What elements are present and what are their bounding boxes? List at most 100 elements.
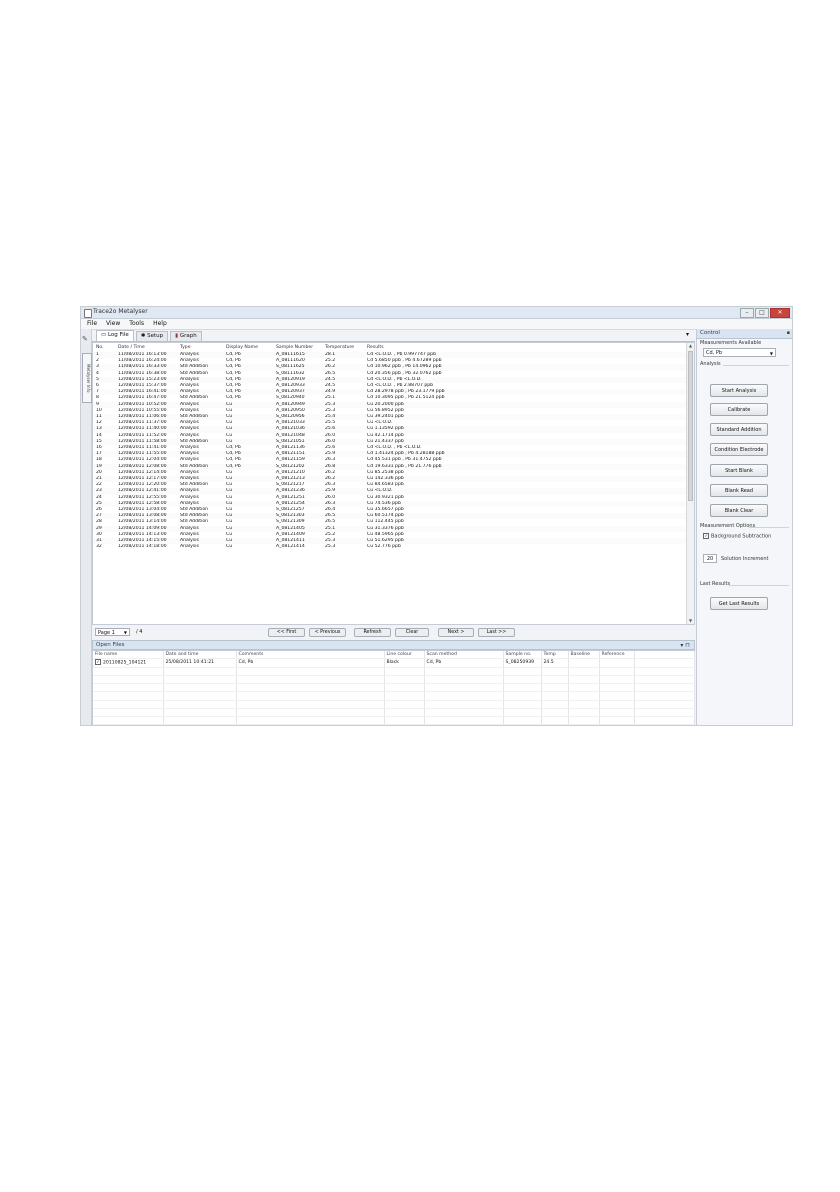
column-header[interactable]: Sample no. bbox=[503, 651, 542, 660]
open-files-header: Open Files ▾ ⊓ bbox=[92, 640, 695, 650]
scroll-thumb[interactable] bbox=[688, 351, 693, 501]
get-last-results-button[interactable]: Get Last Results bbox=[710, 597, 768, 610]
table-row[interactable]: 32 12/08/2011 14:18:00 Analysis Cu A_0812141… bbox=[93, 544, 688, 550]
table-cell-empty bbox=[236, 708, 385, 718]
table-cell-empty bbox=[163, 724, 237, 725]
previous-button[interactable]: < Previous bbox=[309, 628, 346, 637]
column-header[interactable]: Date / Time bbox=[115, 343, 177, 352]
table-cell-empty bbox=[424, 675, 504, 685]
solution-increment-stepper[interactable]: 20 bbox=[703, 554, 717, 563]
menu-tools[interactable]: Tools bbox=[129, 319, 144, 329]
standard-addition-button[interactable]: Standard Addition bbox=[710, 423, 768, 436]
tab-setup[interactable]: ✱ Setup bbox=[135, 331, 169, 341]
tab-label: Setup bbox=[147, 333, 164, 339]
table-cell-empty bbox=[236, 724, 385, 725]
main-area: ▭ Log File ✱ Setup ▮ Graph ▾ No. Date / T… bbox=[92, 329, 695, 725]
table-cell-empty bbox=[93, 683, 164, 693]
table-cell: 25.3 bbox=[325, 544, 336, 550]
table-cell-empty bbox=[503, 708, 542, 718]
background-subtraction-checkbox[interactable]: ✓ Background Subtraction bbox=[703, 533, 771, 540]
table-cell-empty bbox=[384, 708, 425, 718]
open-file-row[interactable]: ✓ 20110825_104121 25/08/2011 10:41:21 Cd, P… bbox=[93, 658, 695, 668]
menu-help[interactable]: Help bbox=[153, 319, 167, 329]
pin-icon[interactable]: ▾ ⊓ bbox=[680, 641, 690, 650]
table-cell-empty bbox=[568, 700, 600, 709]
refresh-button[interactable]: Refresh bbox=[354, 628, 391, 637]
scroll-up-icon[interactable]: ▲ bbox=[687, 343, 694, 349]
column-header[interactable]: Temp bbox=[541, 651, 569, 660]
measurements-select[interactable]: Cd, Pb ▼ bbox=[703, 348, 776, 357]
column-header[interactable]: Sample Number bbox=[273, 343, 322, 352]
page-total: / 4 bbox=[136, 629, 143, 635]
column-header[interactable]: Display Name bbox=[223, 343, 273, 352]
table-cell bbox=[599, 658, 635, 668]
divider bbox=[729, 585, 789, 586]
blank-read-button[interactable]: Blank Read bbox=[710, 484, 768, 497]
column-header[interactable]: No. bbox=[93, 343, 115, 352]
divider bbox=[723, 365, 789, 366]
table-cell-empty bbox=[424, 683, 504, 693]
file-name: 20110825_104121 bbox=[103, 660, 147, 666]
checkbox-checked-icon: ✓ bbox=[703, 533, 709, 539]
table-cell-empty bbox=[634, 683, 695, 693]
table-cell-empty bbox=[424, 724, 504, 725]
table-cell: 12/08/2011 14:18:00 bbox=[118, 544, 167, 550]
column-header[interactable]: Results bbox=[364, 343, 688, 352]
column-header[interactable]: Reference bbox=[599, 651, 635, 660]
table-cell-empty bbox=[503, 700, 542, 709]
tab-log-file[interactable]: ▭ Log File bbox=[96, 330, 134, 341]
app-window: Trace2o Metalyser – □ ✕ File View Tools … bbox=[80, 306, 793, 726]
checkbox-checked-icon[interactable]: ✓ bbox=[95, 659, 101, 666]
menu-file[interactable]: File bbox=[87, 319, 97, 329]
maximize-button[interactable]: □ bbox=[755, 308, 769, 318]
page-select[interactable]: Page 1 ▼ bbox=[95, 628, 130, 636]
minimize-button[interactable]: – bbox=[740, 308, 754, 318]
blank-clear-button[interactable]: Blank Clear bbox=[710, 504, 768, 517]
column-header[interactable]: Temperature bbox=[322, 343, 364, 352]
start-blank-button[interactable]: Start Blank bbox=[710, 464, 768, 477]
table-cell-empty bbox=[503, 691, 542, 701]
calibrate-button[interactable]: Calibrate bbox=[710, 403, 768, 416]
electrode-icon[interactable]: ✎ bbox=[82, 335, 88, 343]
close-button[interactable]: ✕ bbox=[770, 308, 790, 318]
table-cell-empty bbox=[599, 708, 635, 718]
pager: Page 1 ▼ / 4 << First < Previous Refresh … bbox=[92, 626, 695, 638]
table-cell-empty bbox=[503, 667, 542, 677]
column-header[interactable]: Comments bbox=[236, 651, 385, 660]
table-cell-empty bbox=[93, 700, 164, 709]
table-cell-empty bbox=[568, 683, 600, 693]
column-header[interactable]: Scan method bbox=[424, 651, 504, 660]
log-table: No. Date / Time Type Display Name Sample Num… bbox=[93, 343, 688, 551]
analysis-label: Analysis bbox=[700, 361, 721, 367]
page-select-value: Page 1 bbox=[98, 630, 115, 636]
column-header[interactable]: File name bbox=[93, 651, 164, 660]
solution-increment-value: 20 bbox=[706, 556, 714, 562]
last-results-label: Last Results bbox=[700, 581, 731, 587]
chevron-down-icon: ▼ bbox=[123, 630, 127, 635]
column-header[interactable]: Type bbox=[177, 343, 223, 352]
column-header[interactable]: Date and time bbox=[163, 651, 237, 660]
table-cell: Cd, Pb bbox=[424, 658, 504, 668]
clear-button[interactable]: Clear bbox=[395, 628, 429, 637]
table-cell: Cd, Pb bbox=[236, 658, 385, 668]
pin-icon[interactable]: ▪ bbox=[787, 329, 790, 338]
table-cell-empty bbox=[634, 716, 695, 725]
scroll-down-icon[interactable]: ▼ bbox=[687, 618, 694, 624]
log-scrollbar[interactable]: ▲ ▼ bbox=[686, 343, 694, 624]
table-cell-empty bbox=[163, 683, 237, 693]
chevron-down-icon[interactable]: ▾ bbox=[686, 331, 689, 338]
last-button[interactable]: Last >> bbox=[478, 628, 515, 637]
menu-view[interactable]: View bbox=[106, 319, 120, 329]
table-cell-empty bbox=[503, 675, 542, 685]
column-header[interactable]: Baseline bbox=[568, 651, 600, 660]
column-header[interactable]: Line colour bbox=[384, 651, 425, 660]
first-button[interactable]: << First bbox=[268, 628, 305, 637]
table-cell-empty bbox=[503, 716, 542, 725]
empty-row bbox=[93, 724, 695, 725]
start-analysis-button[interactable]: Start Analysis bbox=[710, 384, 768, 397]
tab-graph[interactable]: ▮ Graph bbox=[170, 331, 202, 341]
open-files-panel: File name Date and time Comments Line colou… bbox=[92, 650, 695, 725]
next-button[interactable]: Next > bbox=[438, 628, 474, 637]
metalyser-info-tab[interactable]: Metalyser Info bbox=[82, 353, 92, 403]
condition-electrode-button[interactable]: Condition Electrode bbox=[710, 443, 768, 456]
